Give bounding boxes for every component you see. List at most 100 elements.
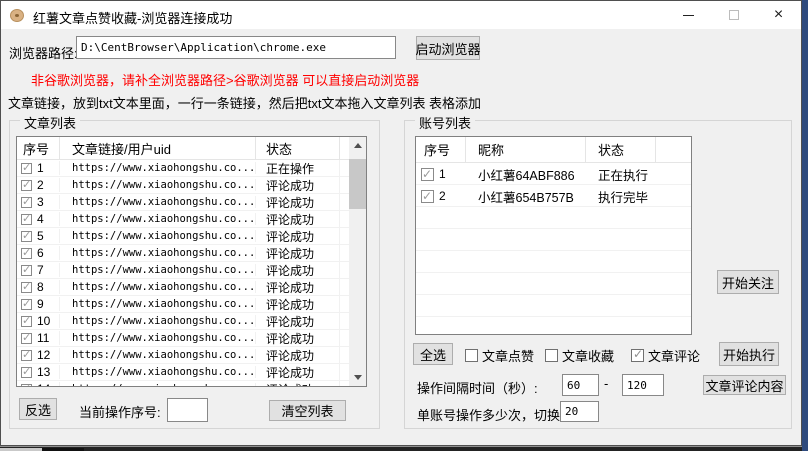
- article-row-seq: 4: [37, 212, 44, 226]
- per-account-label: 单账号操作多少次，切换:: [417, 405, 564, 424]
- option-favorite[interactable]: 文章收藏: [545, 346, 614, 365]
- article-row-seq-cell: 3: [17, 195, 60, 209]
- comment-checkbox[interactable]: [631, 349, 644, 362]
- article-row[interactable]: 1 https://www.xiaohongshu.co... 正在操作: [17, 160, 366, 177]
- article-row[interactable]: 8 https://www.xiaohongshu.co... 评论成功: [17, 279, 366, 296]
- article-row-link: https://www.xiaohongshu.co...: [60, 213, 256, 225]
- account-header-status: 状态: [586, 137, 656, 162]
- clear-list-button[interactable]: 清空列表: [269, 400, 346, 421]
- favorite-checkbox[interactable]: [545, 349, 558, 362]
- article-row-checkbox[interactable]: [21, 350, 32, 361]
- article-row[interactable]: 4 https://www.xiaohongshu.co... 评论成功: [17, 211, 366, 228]
- article-row-checkbox[interactable]: [21, 248, 32, 259]
- scroll-up-icon: [354, 143, 362, 148]
- article-row-seq-cell: 7: [17, 263, 60, 277]
- article-row-seq: 11: [37, 331, 49, 345]
- article-row-checkbox[interactable]: [21, 265, 32, 276]
- start-execute-button[interactable]: 开始执行: [719, 342, 779, 366]
- taskbar-strip: [0, 446, 802, 451]
- current-seq-input[interactable]: [167, 398, 208, 422]
- article-row-seq-cell: 6: [17, 246, 60, 260]
- article-row[interactable]: 11 https://www.xiaohongshu.co... 评论成功: [17, 330, 366, 347]
- per-account-input[interactable]: [560, 401, 599, 422]
- close-button[interactable]: ×: [756, 1, 801, 29]
- article-row-seq-cell: 5: [17, 229, 60, 243]
- scroll-up-button[interactable]: [349, 137, 366, 154]
- article-row-checkbox[interactable]: [21, 282, 32, 293]
- account-list-group: 账号列表 序号 昵称 状态 1 小红薯64ABF886: [404, 120, 792, 429]
- article-row-checkbox[interactable]: [21, 333, 32, 344]
- article-row-checkbox[interactable]: [21, 197, 32, 208]
- maximize-icon: [729, 10, 739, 20]
- account-row-status: 执行完毕: [586, 187, 656, 206]
- article-row-checkbox[interactable]: [21, 214, 32, 225]
- option-comment[interactable]: 文章评论: [631, 346, 700, 365]
- invert-selection-button[interactable]: 反选: [19, 398, 57, 420]
- article-row-seq-cell: 14: [17, 382, 60, 387]
- browser-path-label: 浏览器路径:: [9, 43, 78, 62]
- option-like[interactable]: 文章点赞: [465, 346, 534, 365]
- article-row-seq-cell: 1: [17, 161, 60, 175]
- article-row-checkbox[interactable]: [21, 231, 32, 242]
- article-row-seq: 6: [37, 246, 44, 260]
- account-row[interactable]: 2 小红薯654B757B 执行完毕: [416, 185, 691, 207]
- article-row[interactable]: 3 https://www.xiaohongshu.co... 评论成功: [17, 194, 366, 211]
- title-bar[interactable]: 红薯文章点赞收藏-浏览器连接成功 ×: [1, 1, 801, 29]
- article-list-scrollbar[interactable]: [349, 137, 366, 386]
- article-row-checkbox[interactable]: [21, 316, 32, 327]
- article-row-status: 评论成功: [256, 347, 340, 364]
- article-row[interactable]: 7 https://www.xiaohongshu.co... 评论成功: [17, 262, 366, 279]
- maximize-button[interactable]: [711, 1, 756, 29]
- account-row-seq-cell: 1: [416, 167, 466, 181]
- article-row-checkbox[interactable]: [21, 299, 32, 310]
- article-row-seq-cell: 9: [17, 297, 60, 311]
- interval-min-input[interactable]: [562, 374, 599, 396]
- article-row-status: 评论成功: [256, 279, 340, 296]
- minimize-button[interactable]: [666, 1, 711, 29]
- article-row[interactable]: 12 https://www.xiaohongshu.co... 评论成功: [17, 347, 366, 364]
- account-row-checkbox[interactable]: [421, 168, 434, 181]
- article-row[interactable]: 10 https://www.xiaohongshu.co... 评论成功: [17, 313, 366, 330]
- article-row[interactable]: 2 https://www.xiaohongshu.co... 评论成功: [17, 177, 366, 194]
- account-row-seq: 1: [439, 167, 446, 181]
- article-row-status: 评论成功: [256, 296, 340, 313]
- account-row[interactable]: 1 小红薯64ABF886 正在执行: [416, 163, 691, 185]
- article-row-status: 评论成功: [256, 330, 340, 347]
- scroll-down-button[interactable]: [349, 369, 366, 386]
- article-row-status: 评论成功: [256, 262, 340, 279]
- like-checkbox[interactable]: [465, 349, 478, 362]
- article-row-link: https://www.xiaohongshu.co...: [60, 179, 256, 191]
- article-row[interactable]: 14 https://www.xiaohongshu.co... 评论成功: [17, 381, 366, 387]
- article-row-link: https://www.xiaohongshu.co...: [60, 383, 256, 387]
- account-row-status: 正在执行: [586, 165, 656, 184]
- article-row-checkbox[interactable]: [21, 163, 32, 174]
- favorite-checkbox-label: 文章收藏: [562, 346, 614, 365]
- comment-content-button[interactable]: 文章评论内容: [703, 375, 786, 395]
- start-follow-button[interactable]: 开始关注: [717, 270, 779, 294]
- article-row-seq: 3: [37, 195, 44, 209]
- article-row-checkbox[interactable]: [21, 384, 32, 388]
- launch-browser-button[interactable]: 启动浏览器: [416, 36, 480, 60]
- article-row-seq-cell: 8: [17, 280, 60, 294]
- browser-path-input[interactable]: [76, 36, 396, 59]
- article-row-seq: 13: [37, 365, 50, 379]
- interval-max-input[interactable]: [622, 374, 664, 396]
- article-row[interactable]: 9 https://www.xiaohongshu.co... 评论成功: [17, 296, 366, 313]
- article-table: 序号 文章链接/用户uid 状态 1 https://www.xiaohongs…: [16, 136, 367, 387]
- app-window: 红薯文章点赞收藏-浏览器连接成功 × 浏览器路径: 启动浏览器 非谷歌浏览器，请…: [0, 0, 802, 446]
- comment-checkbox-label: 文章评论: [648, 346, 700, 365]
- article-row-checkbox[interactable]: [21, 367, 32, 378]
- minimize-icon: [683, 15, 694, 16]
- scrollbar-thumb[interactable]: [349, 159, 366, 209]
- article-list-group-label: 文章列表: [20, 113, 80, 132]
- article-row[interactable]: 5 https://www.xiaohongshu.co... 评论成功: [17, 228, 366, 245]
- account-row-seq: 2: [439, 189, 446, 203]
- article-row[interactable]: 6 https://www.xiaohongshu.co... 评论成功: [17, 245, 366, 262]
- current-seq-label: 当前操作序号:: [79, 402, 161, 421]
- article-row[interactable]: 13 https://www.xiaohongshu.co... 评论成功: [17, 364, 366, 381]
- select-all-button[interactable]: 全选: [413, 343, 453, 365]
- account-row-checkbox[interactable]: [421, 190, 434, 203]
- article-row-status: 评论成功: [256, 364, 340, 381]
- close-icon: ×: [774, 7, 783, 23]
- article-row-checkbox[interactable]: [21, 180, 32, 191]
